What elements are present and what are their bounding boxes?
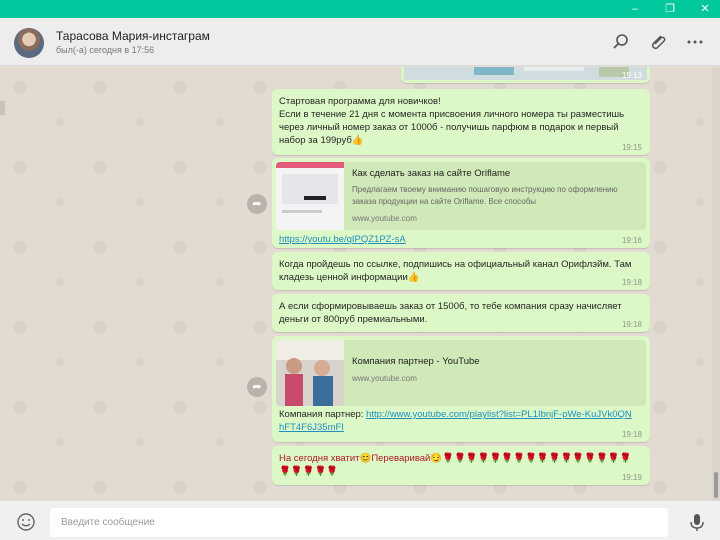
message-time: 19:16 xyxy=(621,236,642,245)
message-bubble[interactable]: Стартовая программа для новичков! Если в… xyxy=(272,89,650,155)
contact-name[interactable]: Тарасова Мария-инстаграм xyxy=(56,29,210,43)
message-text: Когда пройдешь по ссылке, подпишись на о… xyxy=(279,259,632,283)
forward-icon[interactable]: ➦ xyxy=(247,194,267,214)
message-bubble[interactable]: Когда пройдешь по ссылке, подпишись на о… xyxy=(272,252,650,290)
message-text: Компания партнер: http://www.youtube.com… xyxy=(279,408,632,434)
window-titlebar: – ❐ ✕ xyxy=(0,0,720,18)
message-time: 19:18 xyxy=(621,278,642,287)
video-thumbnail xyxy=(276,162,344,230)
message-time: 19:15 xyxy=(621,143,642,152)
message-list[interactable]: 19:13 Стартовая программа для новичков! … xyxy=(0,67,720,500)
forward-icon[interactable]: ➦ xyxy=(247,377,267,397)
message-time: 19:13 xyxy=(621,71,642,80)
message-text: На сегодня хватит😊Переваривай😏🌹🌹🌹🌹🌹🌹🌹🌹🌹🌹… xyxy=(279,453,632,477)
maximize-icon[interactable]: ❐ xyxy=(655,0,685,18)
menu-dots-icon[interactable] xyxy=(684,32,706,52)
preview-title: Как сделать заказ на сайте Oriflame xyxy=(352,168,511,179)
scrollbar-thumb[interactable] xyxy=(714,472,718,498)
link-preview[interactable]: Компания партнер - YouTube www.youtube.c… xyxy=(276,340,646,406)
preview-domain: www.youtube.com xyxy=(352,214,417,223)
message-input[interactable]: Введите сообщение xyxy=(50,508,668,537)
message-text: https://youtu.be/qIPQZ1PZ-sA xyxy=(279,233,642,246)
message-bubble[interactable]: На сегодня хватит😊Переваривай😏🌹🌹🌹🌹🌹🌹🌹🌹🌹🌹… xyxy=(272,446,650,485)
chat-header: Тарасова Мария-инстаграм был(-а) сегодня… xyxy=(0,18,720,66)
avatar[interactable] xyxy=(14,28,44,58)
image-message[interactable]: 19:13 xyxy=(401,67,650,83)
preview-description: Предлагаем твоему вниманию пошаговую инс… xyxy=(352,185,618,206)
compose-bar: Введите сообщение xyxy=(0,500,720,540)
paperclip-icon[interactable] xyxy=(647,32,669,52)
link-message[interactable]: Компания партнер - YouTube www.youtube.c… xyxy=(272,336,650,442)
search-icon[interactable] xyxy=(610,32,632,52)
message-text: А если сформировываешь заказ от 1500б, т… xyxy=(279,301,622,325)
microphone-icon[interactable] xyxy=(686,511,708,533)
emoji-icon[interactable] xyxy=(16,512,36,532)
contact-status: был(-а) сегодня в 17:56 xyxy=(56,45,155,55)
scrollbar[interactable] xyxy=(712,67,720,500)
link-preview[interactable]: Как сделать заказ на сайте Oriflame Пред… xyxy=(276,162,646,230)
message-link[interactable]: https://youtu.be/qIPQZ1PZ-sA xyxy=(279,234,406,245)
video-thumbnail xyxy=(276,340,344,406)
message-text: Стартовая программа для новичков! Если в… xyxy=(279,96,625,146)
message-time: 19:19 xyxy=(621,473,642,482)
preview-domain: www.youtube.com xyxy=(352,374,417,383)
panel-edge xyxy=(0,101,5,115)
image-thumbnail[interactable] xyxy=(404,67,647,80)
preview-title: Компания партнер - YouTube xyxy=(352,356,480,367)
message-bubble[interactable]: А если сформировываешь заказ от 1500б, т… xyxy=(272,294,650,332)
close-icon[interactable]: ✕ xyxy=(690,0,720,18)
minimize-icon[interactable]: – xyxy=(620,0,650,18)
message-time: 19:18 xyxy=(621,430,642,439)
link-message[interactable]: Как сделать заказ на сайте Oriflame Пред… xyxy=(272,158,650,248)
message-prefix: Компания партнер: xyxy=(279,409,364,420)
message-time: 19:18 xyxy=(621,320,642,329)
